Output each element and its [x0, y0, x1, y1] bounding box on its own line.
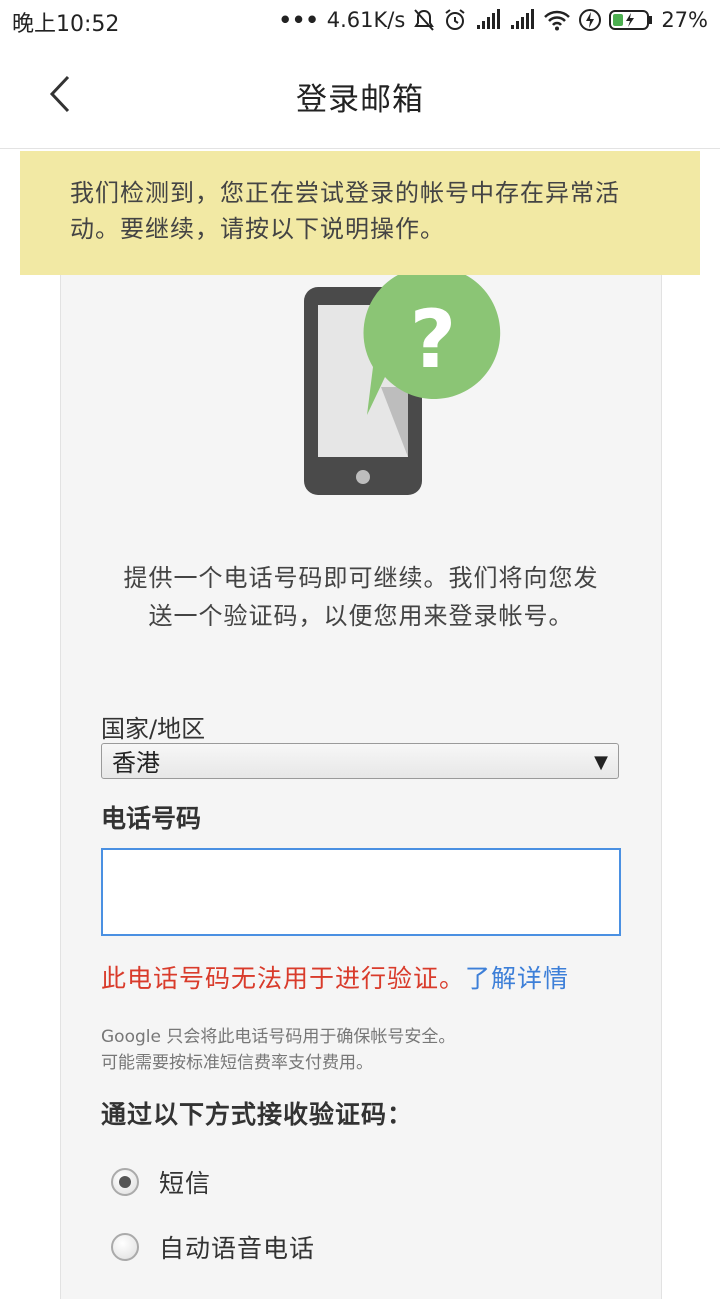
method-label: 通过以下方式接收验证码：	[101, 1100, 414, 1129]
privacy-note-line-1: Google 只会将此电话号码用于确保帐号安全。	[101, 1027, 456, 1047]
page-title: 登录邮箱	[296, 82, 424, 118]
alarm-icon	[443, 8, 467, 32]
intro-text: 提供一个电话号码即可继续。我们将向您发送一个验证码，以便您用来登录帐号。	[123, 564, 599, 630]
content-area: ? 提供一个电话号码即可继续。我们将向您发送一个验证码，以便您用来登录帐号。 国…	[0, 149, 720, 1299]
error-message: 此电话号码无法用于进行验证。了解详情	[101, 959, 569, 995]
radio-label-sms: 短信	[159, 1169, 212, 1198]
error-text: 此电话号码无法用于进行验证。	[101, 964, 466, 993]
privacy-note: Google 只会将此电话号码用于确保帐号安全。 可能需要按标准短信费率支付费用…	[101, 1024, 455, 1076]
radio-option-voice[interactable]: 自动语音电话	[111, 1229, 315, 1265]
battery-percent: 27%	[661, 8, 708, 32]
signal-icon	[509, 9, 535, 31]
status-icons: ••• 4.61K/s 27%	[278, 6, 708, 34]
warning-banner: 我们检测到，您正在尝试登录的帐号中存在异常活动。要继续，请按以下说明操作。	[20, 151, 700, 275]
status-bar: 晚上10:52 ••• 4.61K/s 27%	[0, 0, 720, 40]
privacy-note-line-2: 可能需要按标准短信费率支付费用。	[101, 1053, 373, 1073]
phone-label: 电话号码	[101, 804, 202, 833]
charging-icon	[579, 8, 602, 32]
app-bar: 登录邮箱	[0, 40, 720, 149]
country-select[interactable]: 香港 ▼	[101, 743, 619, 779]
phone-number-input[interactable]	[101, 848, 621, 936]
learn-more-link[interactable]: 了解详情	[465, 964, 569, 993]
more-dots-icon: •••	[278, 8, 319, 32]
dropdown-arrow-icon: ▼	[594, 752, 608, 773]
phone-question-icon: ?	[304, 267, 501, 495]
network-speed: 4.61K/s	[326, 8, 406, 32]
signal-icon	[475, 9, 501, 31]
country-label: 国家/地区	[101, 715, 206, 743]
country-selected-value: 香港	[112, 749, 160, 777]
mute-bell-icon	[413, 8, 435, 32]
wifi-icon	[543, 9, 571, 31]
radio-button-sms[interactable]	[111, 1168, 139, 1196]
battery-icon	[609, 9, 653, 31]
verification-card: ? 提供一个电话号码即可继续。我们将向您发送一个验证码，以便您用来登录帐号。 国…	[60, 259, 662, 1299]
radio-option-sms[interactable]: 短信	[111, 1164, 211, 1200]
status-time: 晚上10:52	[12, 12, 120, 37]
radio-label-voice: 自动语音电话	[159, 1234, 316, 1263]
svg-text:?: ?	[410, 293, 456, 386]
radio-button-voice[interactable]	[111, 1233, 139, 1261]
